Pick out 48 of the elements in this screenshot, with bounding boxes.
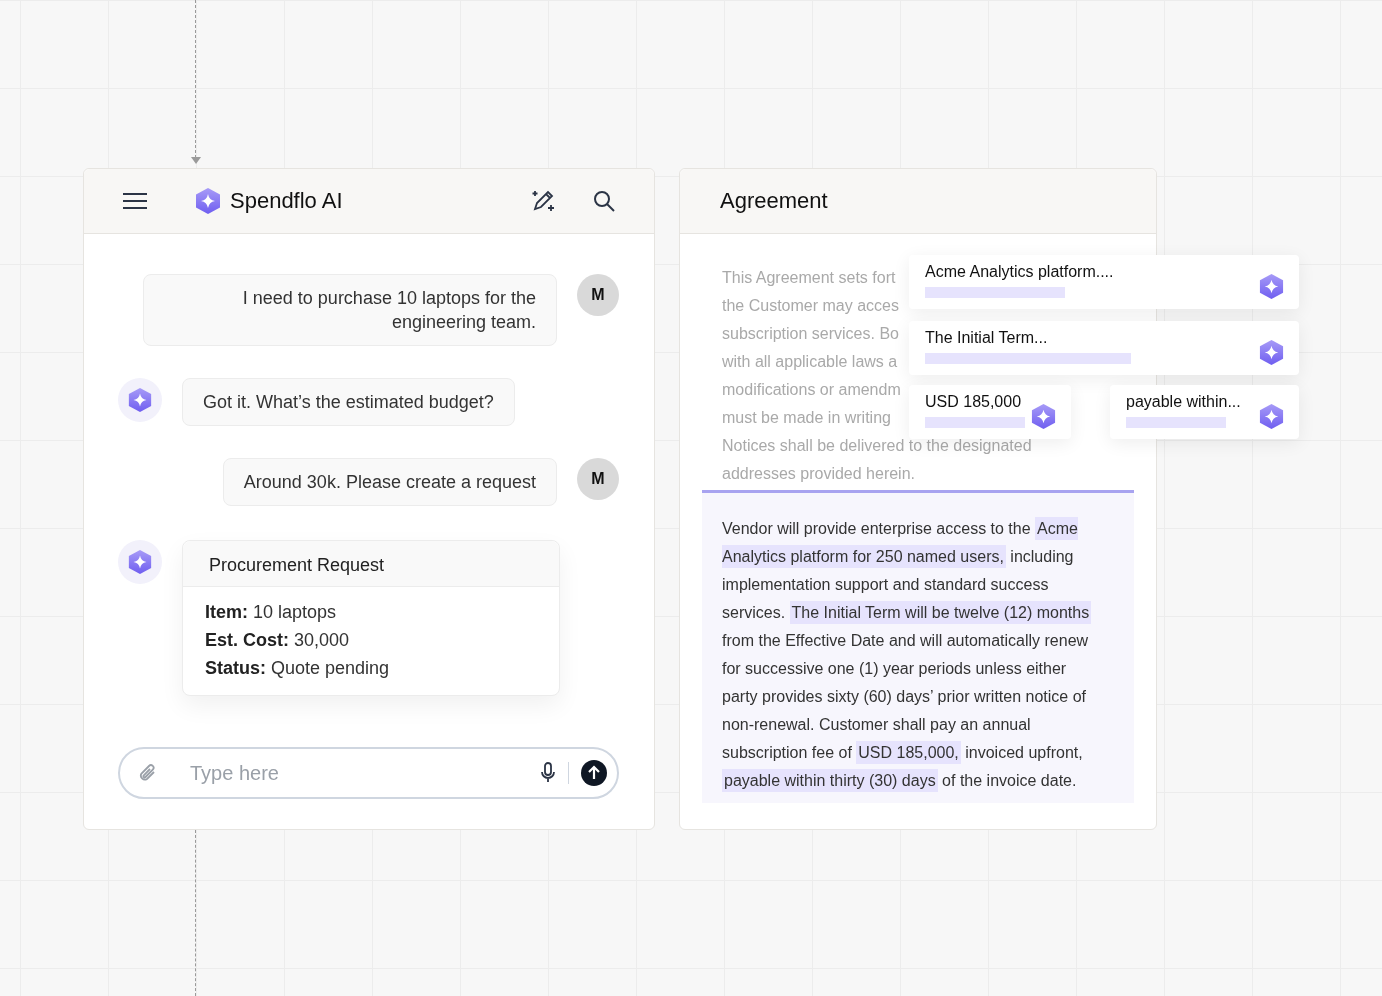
extraction-label: Acme Analytics platform.... xyxy=(925,263,1114,281)
extraction-label: payable within... xyxy=(1126,393,1241,411)
send-button[interactable] xyxy=(581,760,607,786)
user-message: I need to purchase 10 laptops for the engineering team. xyxy=(143,274,557,346)
extraction-card[interactable]: Acme Analytics platform.... xyxy=(909,255,1299,309)
ai-logo-icon xyxy=(1030,402,1057,430)
microphone-icon[interactable] xyxy=(539,762,556,784)
send-icon xyxy=(581,760,607,786)
extraction-card[interactable]: payable within... xyxy=(1110,385,1299,439)
extraction-label: USD 185,000 xyxy=(925,393,1023,411)
app-title: Spendflo AI xyxy=(230,188,343,214)
extraction-label: The Initial Term... xyxy=(925,329,1049,347)
faded-text-line: addresses provided herein. xyxy=(722,464,915,484)
search-button[interactable] xyxy=(592,189,616,213)
faded-text-line: This Agreement sets fort xyxy=(722,268,896,288)
extraction-card[interactable]: The Initial Term... xyxy=(909,321,1299,375)
card-title: Procurement Request xyxy=(183,541,559,587)
request-field: Item: 10 laptops xyxy=(205,601,537,623)
magic-pen-icon xyxy=(530,188,556,214)
message-input[interactable]: Type here xyxy=(188,760,528,786)
request-field: Est. Cost: 30,000 xyxy=(205,629,537,651)
faded-text-line: must be made in writing xyxy=(722,408,891,428)
extraction-card[interactable]: USD 185,000 xyxy=(909,385,1071,439)
request-field: Status: Quote pending xyxy=(205,657,537,679)
menu-button[interactable] xyxy=(122,192,148,210)
new-chat-button[interactable] xyxy=(530,188,556,214)
arrow-head-icon xyxy=(191,157,201,165)
clause-paragraph: Vendor will provide enterprise access to the Acme Analytics platform for 250 named users, including implementation support and standard success services. The Initial Term will be twelve (12) months from the Effective Date and will automatically renew for successive one (1) year periods unless either party provides sixty (60) days’ prior written notice of non-renewal. Customer shall pay an annual subscription fee of USD 185,000, invoiced upfront, payable within thirty (30) days of the invoice date. xyxy=(722,515,1104,795)
ai-logo-icon xyxy=(127,387,153,413)
ai-logo-icon xyxy=(127,549,153,575)
panel-title: Agreement xyxy=(720,188,828,214)
faded-text-line: with all applicable laws a xyxy=(722,352,898,372)
user-message: Around 30k. Please create a request xyxy=(222,458,557,506)
user-avatar: M xyxy=(577,458,619,500)
faded-text-line: subscription services. Bo xyxy=(722,324,899,344)
assistant-message: Got it. What’s the estimated budget? xyxy=(182,378,515,426)
user-avatar: M xyxy=(577,274,619,316)
faded-text-line: Notices shall be delivered to the designated xyxy=(722,436,1032,456)
ai-logo-icon xyxy=(1258,402,1285,430)
paperclip-icon xyxy=(138,763,158,783)
ai-logo-icon xyxy=(194,187,222,215)
menu-icon xyxy=(122,192,148,210)
ai-logo-icon xyxy=(1258,338,1285,366)
search-icon xyxy=(592,189,616,213)
faded-text-line: the Customer may acces xyxy=(722,296,899,316)
faded-text-line: modifications or amendm xyxy=(722,380,901,400)
ai-logo-icon xyxy=(1258,272,1285,300)
message-field[interactable]: Type here xyxy=(118,747,619,799)
